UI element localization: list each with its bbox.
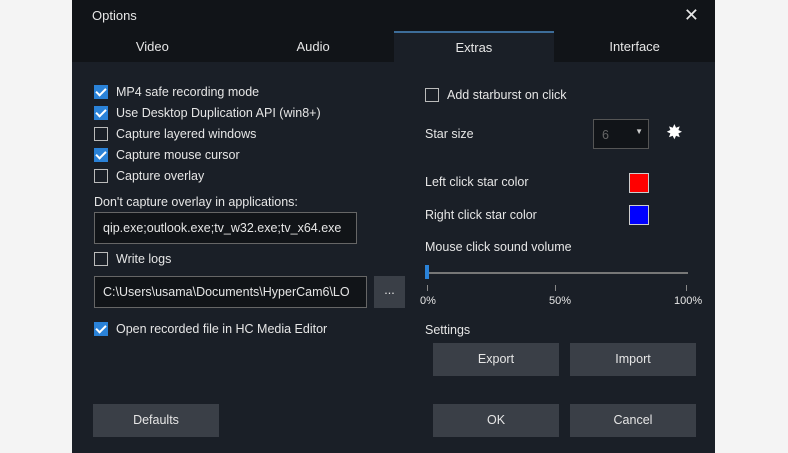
- volume-label: Mouse click sound volume: [425, 240, 572, 254]
- desktop-duplication-checkbox[interactable]: Use Desktop Duplication API (win8+): [94, 106, 321, 120]
- open-editor-checkbox[interactable]: Open recorded file in HC Media Editor: [94, 322, 327, 336]
- checkbox-label: Capture mouse cursor: [116, 148, 240, 162]
- left-color-label: Left click star color: [425, 175, 529, 189]
- tick-100: 100%: [674, 295, 703, 307]
- dialog-title: Options: [92, 8, 137, 23]
- checkbox-box: [94, 148, 108, 162]
- tab-extras[interactable]: Extras: [393, 31, 555, 62]
- export-button[interactable]: Export: [433, 343, 559, 376]
- cancel-button[interactable]: Cancel: [570, 404, 696, 437]
- tab-bar: Video Audio Extras Interface: [72, 31, 715, 62]
- defaults-button[interactable]: Defaults: [93, 404, 219, 437]
- tick-0: 0%: [420, 295, 436, 307]
- write-logs-checkbox[interactable]: Write logs: [94, 252, 171, 266]
- options-dialog: Options ✕ Video Audio Extras Interface M…: [72, 0, 715, 453]
- title-bar: Options ✕: [72, 0, 715, 31]
- capture-overlay-checkbox[interactable]: Capture overlay: [94, 169, 204, 183]
- tab-video[interactable]: Video: [72, 31, 233, 62]
- star-size-value: 6: [602, 128, 609, 142]
- tick-mark: [555, 285, 556, 291]
- checkbox-box: [94, 106, 108, 120]
- exclude-apps-input[interactable]: qip.exe;outlook.exe;tv_w32.exe;tv_x64.ex…: [94, 212, 357, 244]
- tick-mark: [686, 285, 687, 291]
- checkbox-label: MP4 safe recording mode: [116, 85, 260, 99]
- checkbox-label: Open recorded file in HC Media Editor: [116, 322, 328, 336]
- tab-interface[interactable]: Interface: [554, 31, 715, 62]
- checkbox-box: [94, 85, 108, 99]
- checkbox-box: [94, 322, 108, 336]
- left-color-swatch[interactable]: [629, 173, 649, 193]
- checkbox-box: [94, 252, 108, 266]
- mp4-safe-checkbox[interactable]: MP4 safe recording mode: [94, 85, 259, 99]
- checkbox-label: Add starburst on click: [447, 88, 567, 102]
- exclude-apps-label: Don't capture overlay in applications:: [94, 195, 298, 209]
- layered-windows-checkbox[interactable]: Capture layered windows: [94, 127, 256, 141]
- star-size-spinner[interactable]: 6 ▲▼: [593, 119, 649, 149]
- ok-button[interactable]: OK: [433, 404, 559, 437]
- spinner-arrows-icon[interactable]: ▲▼: [635, 120, 643, 139]
- checkbox-box: [94, 127, 108, 141]
- tick-50: 50%: [549, 295, 572, 307]
- volume-slider-thumb[interactable]: [425, 265, 429, 279]
- mouse-cursor-checkbox[interactable]: Capture mouse cursor: [94, 148, 240, 162]
- right-color-swatch[interactable]: [629, 205, 649, 225]
- checkbox-label: Use Desktop Duplication API (win8+): [116, 106, 321, 120]
- right-color-label: Right click star color: [425, 208, 537, 222]
- starburst-icon: ✸: [666, 122, 683, 144]
- tab-audio[interactable]: Audio: [233, 31, 394, 62]
- close-icon[interactable]: ✕: [684, 5, 699, 26]
- checkbox-label: Write logs: [116, 252, 172, 266]
- checkbox-label: Capture layered windows: [116, 127, 257, 141]
- checkbox-label: Capture overlay: [116, 169, 205, 183]
- checkbox-box: [425, 88, 439, 102]
- browse-button[interactable]: ...: [374, 276, 405, 308]
- import-button[interactable]: Import: [570, 343, 696, 376]
- settings-label: Settings: [425, 323, 471, 337]
- starburst-checkbox[interactable]: Add starburst on click: [425, 88, 567, 102]
- star-size-label: Star size: [425, 127, 474, 141]
- checkbox-box: [94, 169, 108, 183]
- volume-slider-track[interactable]: [427, 272, 688, 274]
- log-path-input[interactable]: C:\Users\usama\Documents\HyperCam6\LO: [94, 276, 367, 308]
- tick-mark: [427, 285, 428, 291]
